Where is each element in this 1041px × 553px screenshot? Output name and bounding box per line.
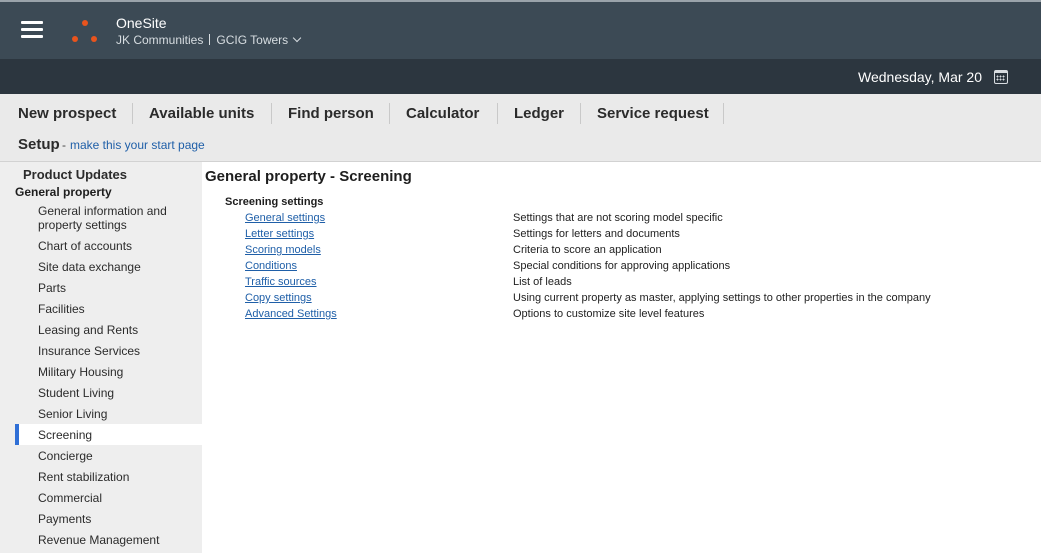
- sidebar-item-revenue-management[interactable]: Revenue Management: [15, 533, 202, 547]
- app-title: OneSite: [116, 15, 167, 31]
- nav-calculator[interactable]: Calculator: [406, 105, 479, 122]
- sidebar-item-rent-stabilization[interactable]: Rent stabilization: [15, 470, 202, 484]
- hamburger-menu-icon[interactable]: [21, 21, 43, 39]
- nav-divider: [271, 103, 272, 124]
- setup-sidebar: Product Updates General property General…: [0, 162, 202, 553]
- breadcrumb-divider: [209, 34, 211, 45]
- conditions-link[interactable]: Conditions: [245, 260, 297, 272]
- calendar-icon[interactable]: [994, 70, 1008, 84]
- sidebar-item-screening[interactable]: Screening: [15, 424, 202, 445]
- nav-find-person[interactable]: Find person: [288, 105, 374, 122]
- sidebar-product-updates[interactable]: Product Updates: [23, 167, 127, 182]
- current-date: Wednesday, Mar 20: [858, 69, 982, 85]
- sidebar-item-military-housing[interactable]: Military Housing: [15, 365, 202, 379]
- sidebar-item-leasing-and-rents[interactable]: Leasing and Rents: [15, 323, 202, 337]
- sidebar-item-payments[interactable]: Payments: [15, 512, 202, 526]
- nav-divider: [132, 103, 133, 124]
- sidebar-item-site-data-exchange[interactable]: Site data exchange: [15, 260, 202, 274]
- property-breadcrumb: JK Communities GCIG Towers: [116, 33, 302, 47]
- page-section-title: Setup: [18, 136, 60, 153]
- sidebar-item-insurance-services[interactable]: Insurance Services: [15, 344, 202, 358]
- sidebar-item-label: Screening: [38, 428, 93, 442]
- sidebar-item-student-living[interactable]: Student Living: [15, 386, 202, 400]
- date-bar: Wednesday, Mar 20: [0, 59, 1041, 94]
- letter-settings-description: Settings for letters and documents: [513, 228, 680, 240]
- section-heading: Screening settings: [225, 196, 324, 208]
- advanced-settings-description: Options to customize site level features: [513, 308, 705, 320]
- scoring-models-link[interactable]: Scoring models: [245, 244, 321, 256]
- sidebar-item-commercial[interactable]: Commercial: [15, 491, 202, 505]
- general-settings-link[interactable]: General settings: [245, 212, 325, 224]
- nav-available-units[interactable]: Available units: [149, 105, 254, 122]
- sidebar-item-senior-living[interactable]: Senior Living: [15, 407, 202, 421]
- copy-settings-link[interactable]: Copy settings: [245, 292, 312, 304]
- general-settings-description: Settings that are not scoring model spec…: [513, 212, 723, 224]
- quick-nav-bar: New prospect Available units Find person…: [0, 94, 1041, 131]
- copy-settings-description: Using current property as master, applyi…: [513, 292, 931, 304]
- nav-divider: [497, 103, 498, 124]
- start-page-link[interactable]: make this your start page: [70, 138, 205, 152]
- setup-bar: Setup - make this your start page: [0, 131, 1041, 162]
- setup-dash: -: [62, 138, 66, 152]
- site-selector[interactable]: GCIG Towers: [216, 33, 302, 47]
- sidebar-item-parts[interactable]: Parts: [15, 281, 202, 295]
- company-name: JK Communities: [116, 33, 204, 47]
- nav-service-request[interactable]: Service request: [597, 105, 709, 122]
- onesite-logo-icon: [72, 20, 97, 42]
- traffic-sources-description: List of leads: [513, 276, 572, 288]
- traffic-sources-link[interactable]: Traffic sources: [245, 276, 317, 288]
- nav-ledger[interactable]: Ledger: [514, 105, 564, 122]
- sidebar-item-general-information[interactable]: General information and property setting…: [15, 204, 202, 232]
- sidebar-item-facilities[interactable]: Facilities: [15, 302, 202, 316]
- scoring-models-description: Criteria to score an application: [513, 244, 662, 256]
- app-header: OneSite JK Communities GCIG Towers: [0, 0, 1041, 59]
- sidebar-item-chart-of-accounts[interactable]: Chart of accounts: [15, 239, 202, 253]
- nav-divider: [723, 103, 724, 124]
- advanced-settings-link[interactable]: Advanced Settings: [245, 308, 337, 320]
- nav-new-prospect[interactable]: New prospect: [18, 105, 116, 122]
- active-item-indicator: [15, 424, 19, 445]
- sidebar-item-concierge[interactable]: Concierge: [15, 449, 202, 463]
- conditions-description: Special conditions for approving applica…: [513, 260, 731, 272]
- site-name: GCIG Towers: [216, 33, 289, 47]
- nav-divider: [389, 103, 390, 124]
- page-title: General property - Screening: [205, 168, 412, 185]
- chevron-down-icon: [292, 33, 302, 43]
- sidebar-group-general-property: General property: [15, 185, 112, 199]
- letter-settings-link[interactable]: Letter settings: [245, 228, 314, 240]
- nav-divider: [580, 103, 581, 124]
